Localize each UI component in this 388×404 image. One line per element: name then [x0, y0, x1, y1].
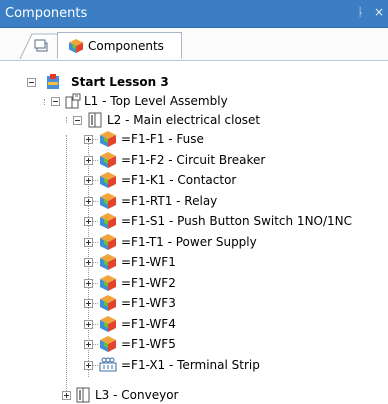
project-icon [47, 74, 59, 89]
expand-toggle[interactable] [84, 278, 93, 288]
expand-toggle[interactable] [84, 237, 93, 247]
tree-label: =F1-WF3 [121, 296, 176, 310]
tab-strip: Components [0, 28, 388, 61]
component-cube-icon [100, 213, 116, 229]
collapse-toggle[interactable] [27, 78, 36, 87]
tree-label: =F1-WF1 [121, 255, 176, 269]
tree-label: =F1-WF4 [121, 316, 176, 331]
component-tree: Start Lesson 3 L1 - Top Level Assembly L… [0, 61, 388, 403]
tab-strip-icon[interactable] [18, 32, 58, 59]
tree-label: =F1-X1 - Terminal Strip [121, 357, 260, 372]
tree-label: =F1-WF5 [121, 337, 176, 351]
tree-label: =F1-F1 - Fuse [121, 132, 204, 146]
collapse-toggle[interactable] [51, 97, 60, 106]
component-cube-icon [100, 131, 116, 147]
tab-components[interactable]: Components [57, 32, 182, 59]
tree-label: L1 - Top Level Assembly [84, 94, 228, 108]
component-cube-icon [100, 172, 116, 188]
tree-label: L2 - Main electrical closet [107, 113, 261, 127]
expand-toggle[interactable] [84, 299, 93, 308]
expand-toggle[interactable] [84, 135, 93, 144]
expand-toggle[interactable] [84, 360, 93, 370]
tree-label: =F1-S1 - Push Button Switch 1NO/1NC [121, 214, 353, 228]
tree-label: L3 - Conveyor [95, 388, 179, 402]
panel-titlebar: Components ᚿ × [0, 0, 388, 28]
collapse-toggle[interactable] [73, 116, 82, 125]
component-cube-icon [100, 151, 116, 168]
pin-icon[interactable]: ᚿ [357, 5, 364, 19]
tree-label: =F1-RT1 - Relay [121, 193, 218, 208]
close-icon[interactable]: × [374, 5, 384, 19]
component-cube-icon [100, 295, 116, 311]
component-cube-icon [100, 336, 116, 352]
expand-toggle[interactable] [84, 319, 93, 329]
cabinet-icon [88, 112, 102, 128]
component-cube-icon [100, 192, 116, 209]
component-cube-icon [100, 233, 116, 250]
panel-title: Components [5, 6, 88, 21]
tree-label: =F1-F2 - Circuit Breaker [121, 152, 266, 167]
expand-toggle[interactable] [84, 176, 93, 185]
expand-toggle[interactable] [84, 258, 93, 267]
tree-label: =F1-WF2 [121, 275, 176, 290]
tab-components-label: Components [88, 39, 164, 53]
assembly-icon [65, 93, 81, 109]
tree-label: =F1-K1 - Contactor [121, 173, 237, 187]
cabinet-icon [76, 387, 90, 403]
expand-toggle[interactable] [84, 155, 93, 165]
component-cube-icon [69, 39, 83, 53]
expand-toggle[interactable] [84, 340, 93, 349]
component-cube-icon [100, 254, 116, 270]
tree-label: Start Lesson 3 [71, 75, 169, 89]
terminal-strip-icon [99, 357, 117, 371]
expand-toggle[interactable] [84, 217, 93, 226]
component-cube-icon [100, 315, 116, 332]
tree-label: =F1-T1 - Power Supply [121, 234, 257, 249]
component-cube-icon [100, 274, 116, 291]
expand-toggle[interactable] [84, 196, 93, 206]
